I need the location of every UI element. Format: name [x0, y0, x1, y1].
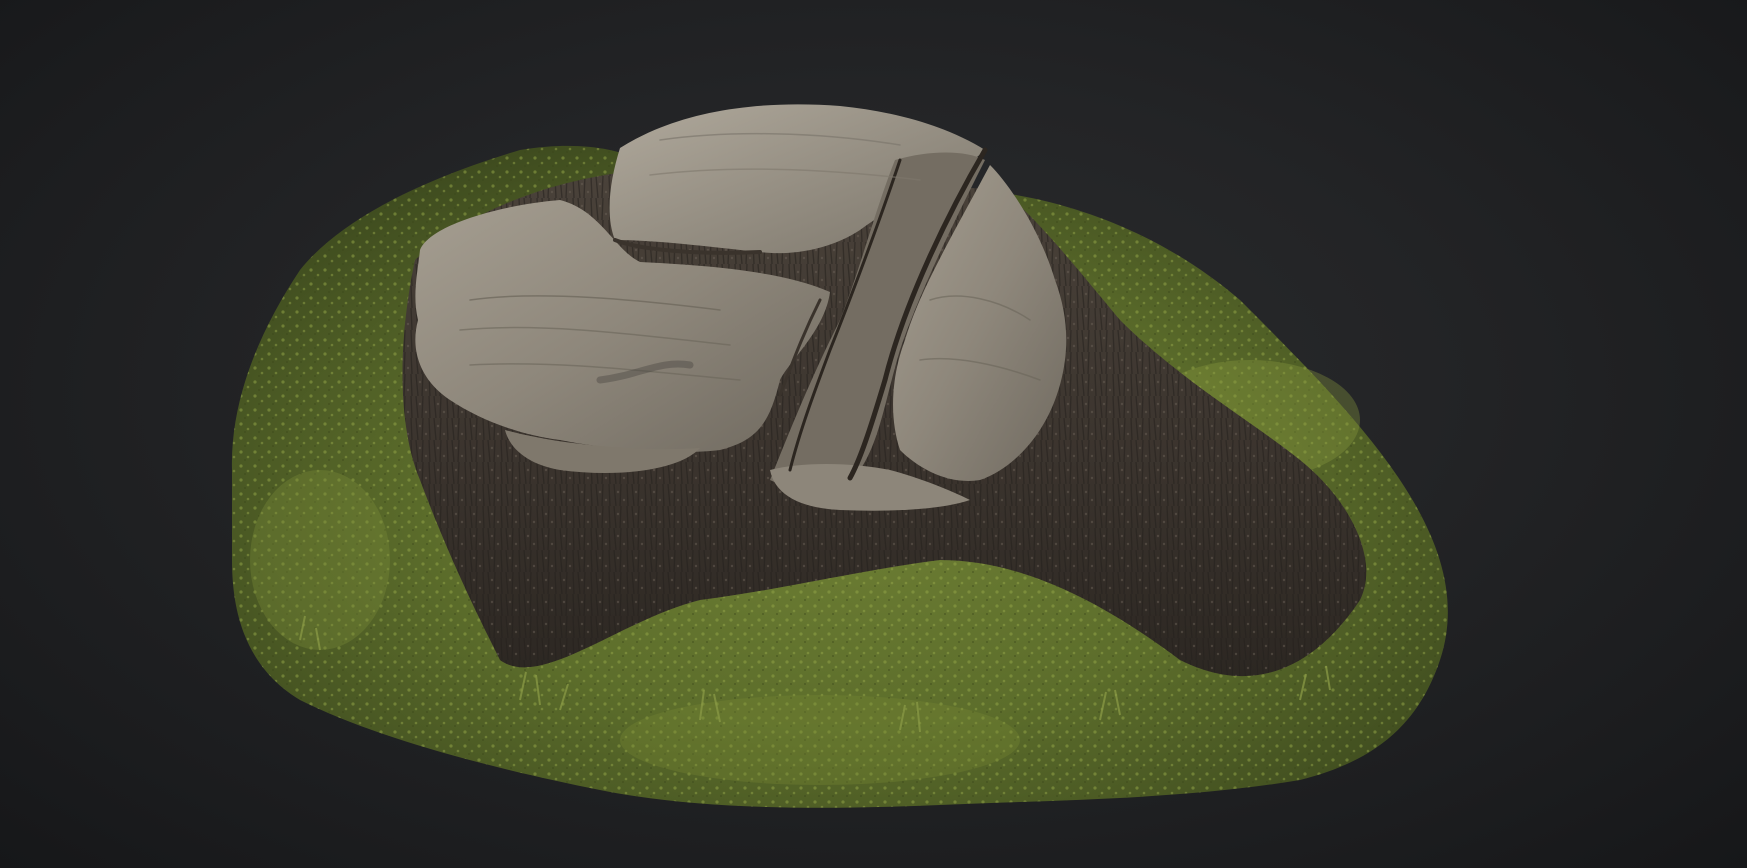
stump-scene	[231, 104, 1448, 808]
3d-viewport[interactable]	[0, 0, 1747, 868]
